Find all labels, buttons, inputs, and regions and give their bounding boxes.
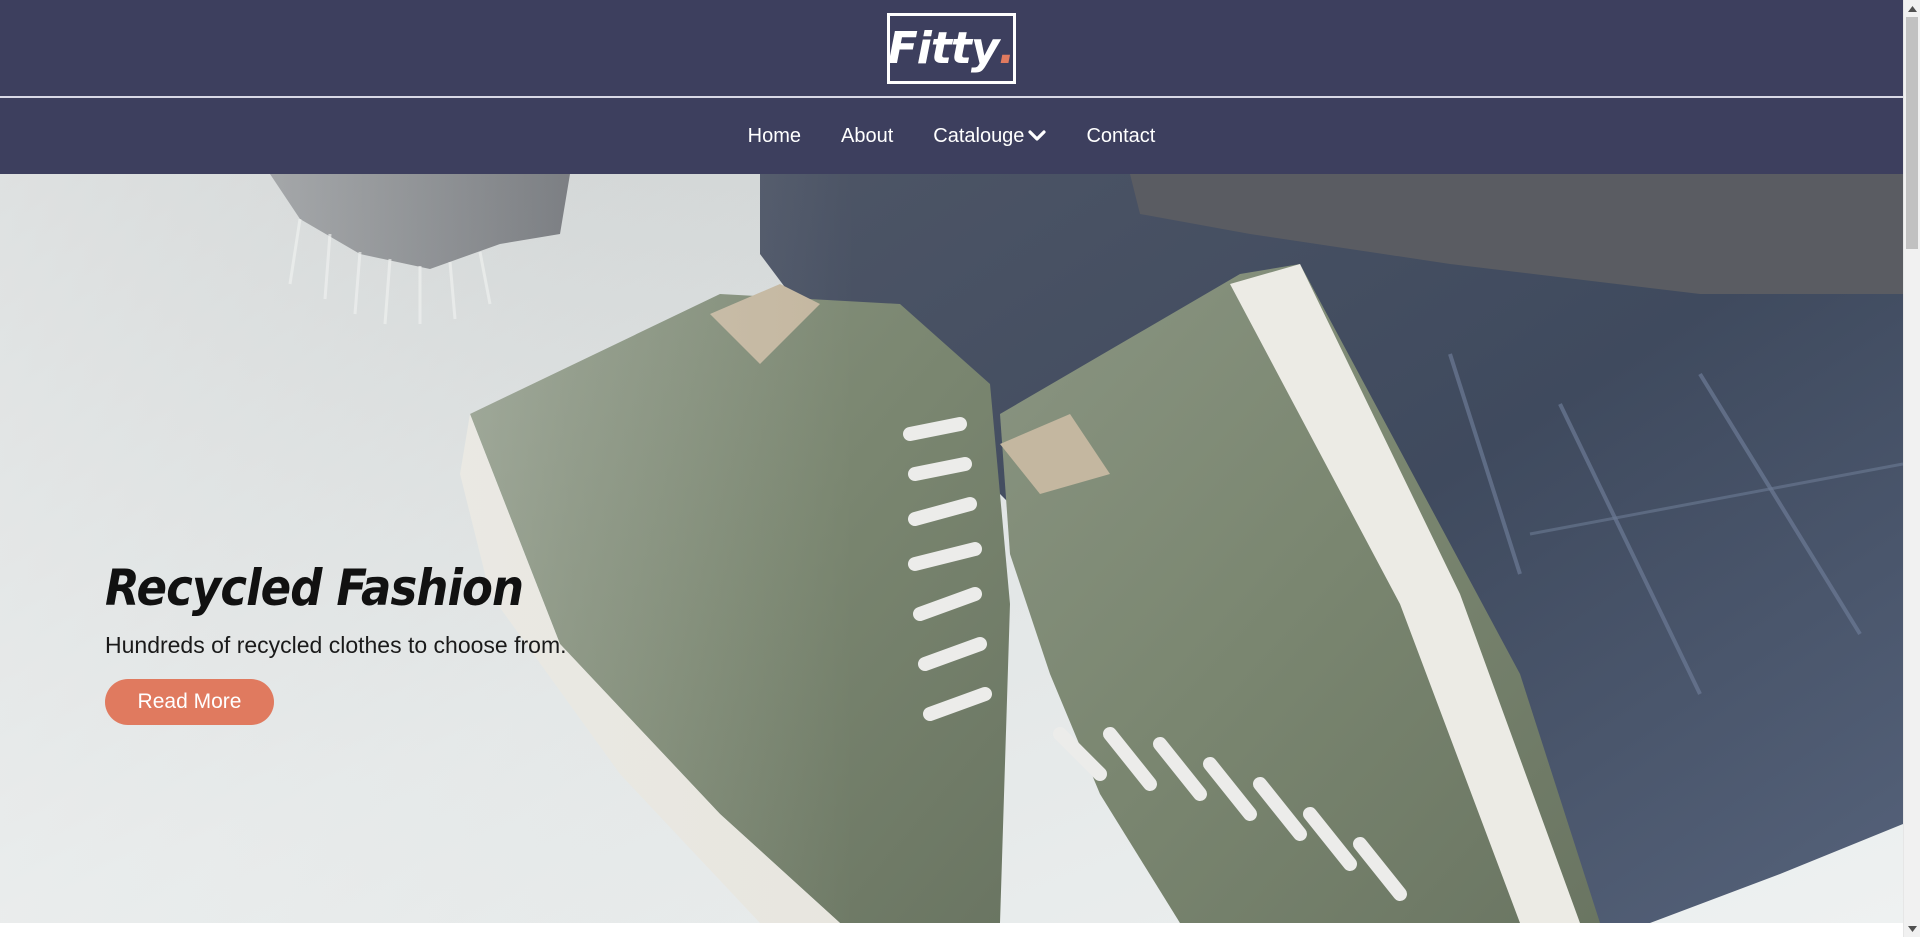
- hero-overlay: [0, 174, 1903, 923]
- read-more-button[interactable]: Read More: [105, 679, 274, 725]
- hero-title: Recycled Fashion: [105, 559, 524, 617]
- nav-item-about[interactable]: About: [821, 98, 913, 174]
- scrollbar-thumb[interactable]: [1906, 17, 1918, 249]
- logo[interactable]: Fitty.: [887, 13, 1016, 84]
- nav-item-label: Catalouge: [933, 124, 1025, 147]
- nav-item-label: About: [840, 124, 894, 147]
- nav-item-label: Home: [747, 124, 801, 147]
- viewport: Fitty. Home About Catalouge Contact Recy…: [0, 0, 1903, 937]
- page: Fitty. Home About Catalouge Contact Recy…: [0, 0, 1920, 937]
- header: Fitty.: [0, 0, 1903, 97]
- logo-text: Fitty: [887, 22, 1000, 74]
- hero-subtitle: Hundreds of recycled clothes to choose f…: [105, 632, 567, 658]
- nav-item-label: Contact: [1086, 124, 1156, 147]
- nav-item-home[interactable]: Home: [728, 98, 821, 174]
- nav-item-contact[interactable]: Contact: [1066, 98, 1175, 174]
- main-nav: Home About Catalouge Contact: [0, 98, 1903, 174]
- scroll-down-arrow-icon[interactable]: [1904, 920, 1920, 937]
- chevron-down-icon: [1028, 130, 1047, 141]
- hero-banner: Recycled Fashion Hundreds of recycled cl…: [0, 174, 1903, 923]
- nav-item-catalogue[interactable]: Catalouge: [913, 98, 1066, 174]
- nav-list: Home About Catalouge Contact: [0, 98, 1903, 174]
- scroll-up-arrow-icon[interactable]: [1904, 0, 1920, 17]
- logo-dot: .: [998, 22, 1016, 74]
- vertical-scrollbar[interactable]: [1903, 0, 1920, 937]
- hero-content: Recycled Fashion Hundreds of recycled cl…: [105, 556, 805, 725]
